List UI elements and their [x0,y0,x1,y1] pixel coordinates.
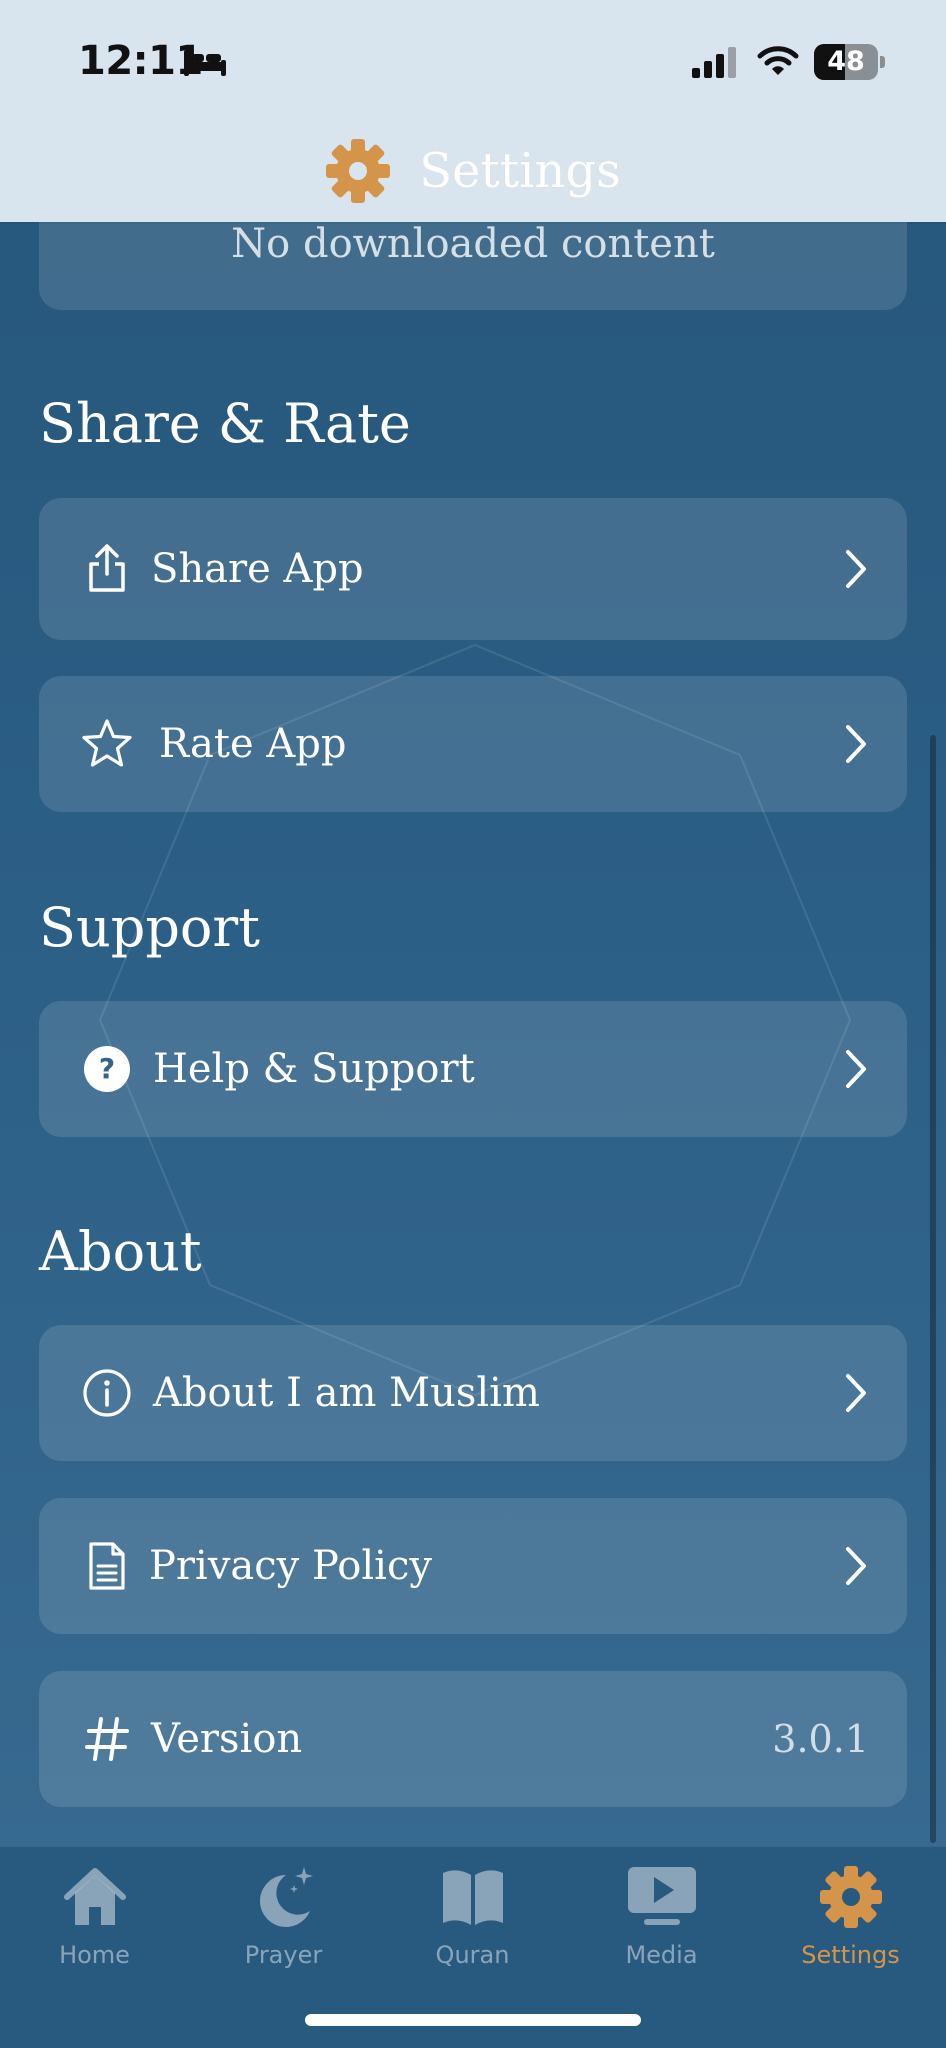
about-app-row[interactable]: About I am Muslim [39,1325,907,1461]
tab-media[interactable]: Media [567,1863,756,1983]
help-support-row[interactable]: ? Help & Support [39,1001,907,1137]
version-label: Version [151,1716,303,1762]
share-icon [89,544,125,592]
bed-icon [184,50,226,76]
tab-label: Quran [435,1941,510,1969]
share-app-label: Share App [151,546,364,592]
battery-level: 48 [827,46,865,77]
settings-scroll-content[interactable]: No downloaded content Share & Rate Share… [0,0,946,1846]
page-title: Settings [419,143,621,199]
tab-label: Media [625,1941,698,1969]
info-circle-icon [83,1369,131,1417]
cellular-signal-icon [692,47,736,78]
page-header: Settings [0,120,946,222]
status-bar: 12:11 48 [0,0,946,120]
home-indicator[interactable] [305,2014,641,2026]
version-value: 3.0.1 [772,1717,869,1761]
crescent-moon-icon [259,1867,313,1927]
star-icon [82,719,132,767]
wifi-icon [757,46,799,75]
chevron-right-icon [846,1374,866,1412]
section-title-share-rate: Share & Rate [39,392,411,455]
privacy-policy-row[interactable]: Privacy Policy [39,1498,907,1634]
about-app-label: About I am Muslim [153,1370,540,1416]
scroll-indicator[interactable] [930,735,936,1843]
share-app-row[interactable]: Share App [39,498,907,640]
hash-icon [85,1717,129,1761]
tab-home[interactable]: Home [0,1863,189,1983]
rate-app-row[interactable]: Rate App [39,676,907,812]
tab-label: Home [59,1941,130,1969]
help-support-label: Help & Support [153,1046,475,1092]
version-row: Version 3.0.1 [39,1671,907,1807]
tab-label: Prayer [244,1941,323,1969]
battery-icon: 48 [814,44,885,80]
question-circle-icon: ? [84,1046,130,1092]
svg-text:?: ? [99,1052,115,1085]
tab-quran[interactable]: Quran [378,1863,567,1983]
privacy-policy-label: Privacy Policy [149,1543,432,1589]
gear-icon [819,1866,882,1928]
downloads-empty-text: No downloaded content [231,221,715,267]
chevron-right-icon [846,550,866,588]
chevron-right-icon [846,1547,866,1585]
gear-icon [326,139,391,203]
tab-settings[interactable]: Settings [756,1863,945,1983]
play-video-icon [627,1867,696,1925]
chevron-right-icon [846,1050,866,1088]
tab-label: Settings [801,1941,900,1969]
section-title-support: Support [39,896,260,959]
chevron-right-icon [846,725,866,763]
document-icon [89,1542,125,1590]
book-icon [442,1870,503,1925]
section-title-about: About [39,1220,202,1283]
home-icon [63,1868,126,1925]
rate-app-label: Rate App [159,721,347,767]
tab-prayer[interactable]: Prayer [189,1863,378,1983]
